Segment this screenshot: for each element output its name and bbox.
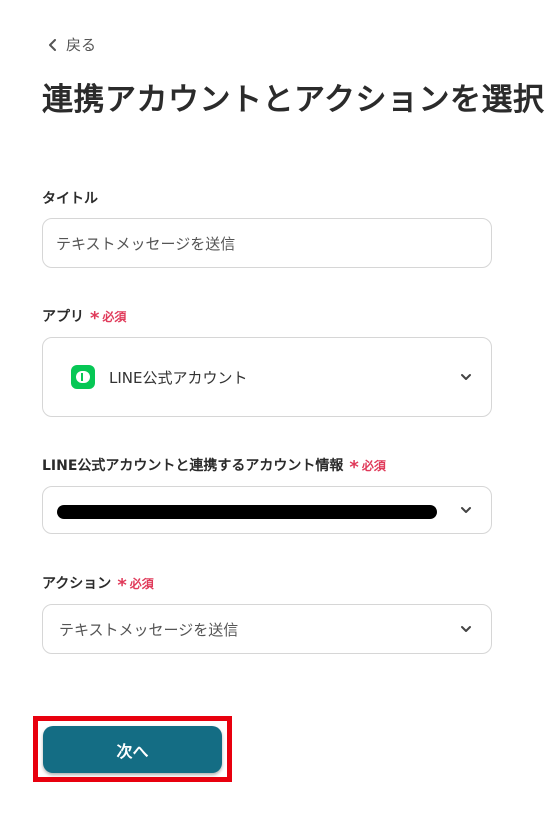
required-badge: * 必須 [349,457,386,478]
title-input-value: テキストメッセージを送信 [56,234,236,253]
line-logo-icon [71,365,95,389]
chevron-down-icon [461,626,471,632]
action-select-value: テキストメッセージを送信 [59,620,239,639]
required-badge: * 必須 [117,575,154,596]
chevron-down-icon [461,507,471,513]
required-badge: * 必須 [90,308,127,329]
app-select[interactable]: LINE公式アカウント [42,337,492,417]
chevron-left-icon [49,38,56,51]
chevron-down-icon [461,374,471,380]
title-field-label: タイトル [42,188,98,208]
account-field-label: LINE公式アカウントと連携するアカウント情報 * 必須 [42,455,386,478]
account-select[interactable] [42,486,492,534]
action-label-text: アクション [42,576,112,592]
account-label-text: LINE公式アカウントと連携するアカウント情報 [42,458,344,474]
next-button[interactable]: 次へ [43,726,222,773]
app-label-text: アプリ [42,309,84,325]
title-label-text: タイトル [42,191,98,207]
action-field-label: アクション * 必須 [42,573,154,596]
title-input[interactable]: テキストメッセージを送信 [42,218,492,268]
back-label: 戻る [66,36,97,54]
back-link[interactable]: 戻る [48,34,96,55]
app-select-value: LINE公式アカウント [109,368,248,387]
redacted-account-value [57,505,437,519]
action-select[interactable]: テキストメッセージを送信 [42,604,492,654]
page-title: 連携アカウントとアクションを選択 [42,82,545,118]
app-field-label: アプリ * 必須 [42,306,127,329]
